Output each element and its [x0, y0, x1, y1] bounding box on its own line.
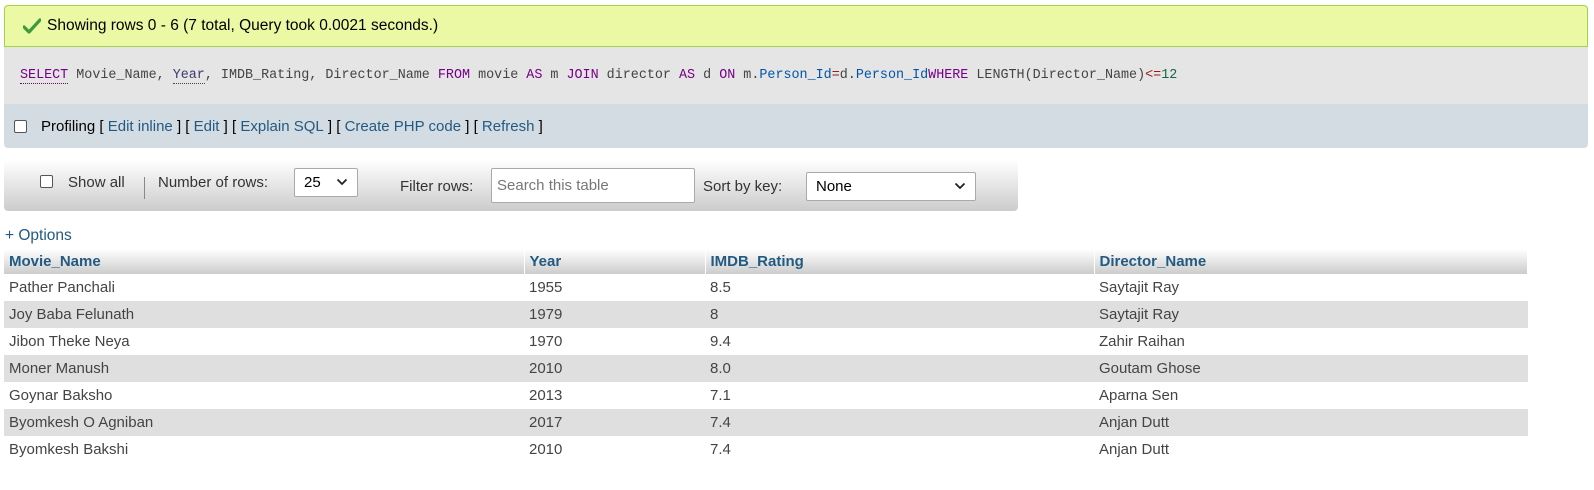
success-message: Showing rows 0 - 6 (7 total, Query took …	[4, 5, 1588, 47]
column-header-year[interactable]: Year	[524, 249, 706, 274]
table-cell: 2017	[524, 409, 705, 436]
navigation-bar: Show all Number of rows: 25 Filter rows:…	[4, 160, 1018, 211]
chevron-down-icon	[336, 178, 348, 186]
edit-link[interactable]: Edit	[194, 118, 220, 135]
table-cell: Byomkesh Bakshi	[4, 436, 524, 463]
table-cell: Saytajit Ray	[1094, 301, 1528, 328]
table-cell: 8.0	[705, 355, 1094, 382]
table-row[interactable]: Pather Panchali 1955 8.5 Saytajit Ray	[4, 274, 1528, 301]
table-cell: 1955	[524, 274, 705, 301]
profiling-checkbox[interactable]	[14, 119, 27, 133]
table-cell: Byomkesh O Agniban	[4, 409, 524, 436]
create-php-code-link[interactable]: Create PHP code	[345, 118, 461, 135]
show-all-checkbox[interactable]	[40, 175, 53, 188]
sql-year-column[interactable]: Year	[172, 68, 205, 84]
sql-select-keyword[interactable]: SELECT	[20, 68, 69, 84]
table-cell: 9.4	[705, 328, 1094, 355]
table-cell: Zahir Raihan	[1094, 328, 1528, 355]
table-row[interactable]: Joy Baba Felunath 1979 8 Saytajit Ray	[4, 301, 1528, 328]
query-tools-bar: Profiling [ Edit inline ] [ Edit ] [ Exp…	[4, 104, 1588, 148]
sort-by-key-label: Sort by key:	[703, 178, 783, 195]
filter-rows-input[interactable]	[491, 168, 695, 203]
sql-query: SELECT Movie_Name, Year, IMDB_Rating, Di…	[4, 47, 1588, 104]
table-row[interactable]: Byomkesh Bakshi 2010 7.4 Anjan Dutt	[4, 436, 1528, 463]
number-of-rows-select[interactable]: 25	[294, 168, 358, 197]
table-cell: 1979	[524, 301, 705, 328]
number-of-rows-label: Number of rows:	[158, 174, 269, 191]
table-cell: Joy Baba Felunath	[4, 301, 524, 328]
chevron-down-icon	[954, 182, 966, 190]
explain-sql-link[interactable]: Explain SQL	[240, 118, 323, 135]
table-cell: Saytajit Ray	[1094, 274, 1528, 301]
results-table: Movie_Name Year IMDB_Rating Director_Nam…	[4, 249, 1528, 463]
checkmark-icon	[23, 18, 41, 34]
options-link[interactable]: + Options	[5, 227, 72, 245]
table-cell: 1970	[524, 328, 705, 355]
column-header-movie-name[interactable]: Movie_Name	[4, 249, 525, 274]
separator	[144, 177, 145, 199]
filter-rows-label: Filter rows:	[400, 178, 474, 195]
table-cell: 8.5	[705, 274, 1094, 301]
table-row[interactable]: Goynar Baksho 2013 7.1 Aparna Sen	[4, 382, 1528, 409]
table-cell: 8	[705, 301, 1094, 328]
table-cell: 7.4	[705, 436, 1094, 463]
table-cell: 7.1	[705, 382, 1094, 409]
table-cell: Goynar Baksho	[4, 382, 524, 409]
table-cell: 2013	[524, 382, 705, 409]
success-text: Showing rows 0 - 6 (7 total, Query took …	[47, 17, 439, 34]
table-header-row: Movie_Name Year IMDB_Rating Director_Nam…	[4, 249, 1528, 274]
table-cell: 2010	[524, 355, 705, 382]
table-cell: Anjan Dutt	[1094, 409, 1528, 436]
table-cell: Goutam Ghose	[1094, 355, 1528, 382]
column-header-director-name[interactable]: Director_Name	[1094, 249, 1528, 274]
refresh-link[interactable]: Refresh	[482, 118, 535, 135]
table-cell: Moner Manush	[4, 355, 524, 382]
table-cell: 7.4	[705, 409, 1094, 436]
column-header-imdb-rating[interactable]: IMDB_Rating	[705, 249, 1095, 274]
sort-by-key-select[interactable]: None	[806, 172, 976, 201]
table-cell: Jibon Theke Neya	[4, 328, 524, 355]
table-row[interactable]: Moner Manush 2010 8.0 Goutam Ghose	[4, 355, 1528, 382]
edit-inline-link[interactable]: Edit inline	[108, 118, 173, 135]
table-cell: Anjan Dutt	[1094, 436, 1528, 463]
show-all-label: Show all	[68, 174, 125, 191]
table-cell: Aparna Sen	[1094, 382, 1528, 409]
table-cell: Pather Panchali	[4, 274, 524, 301]
profiling-label: Profiling	[41, 117, 96, 135]
table-row[interactable]: Jibon Theke Neya 1970 9.4 Zahir Raihan	[4, 328, 1528, 355]
table-row[interactable]: Byomkesh O Agniban 2017 7.4 Anjan Dutt	[4, 409, 1528, 436]
table-cell: 2010	[524, 436, 705, 463]
